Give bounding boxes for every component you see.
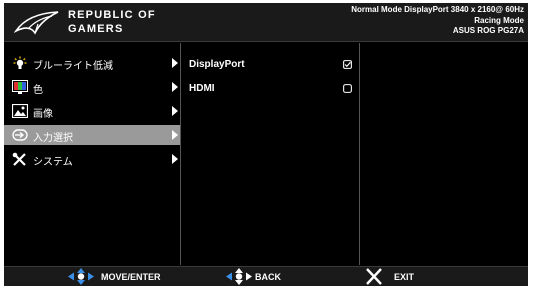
option-hdmi[interactable]: HDMI bbox=[181, 79, 359, 99]
checkbox-checked-icon bbox=[343, 60, 352, 69]
menu-item-color[interactable]: 色 bbox=[4, 77, 180, 97]
menu-item-blue-light[interactable]: ブルーライト低減 bbox=[4, 53, 180, 73]
tools-icon bbox=[12, 152, 26, 166]
header-bar: REPUBLIC OF GAMERS Normal Mode DisplayPo… bbox=[4, 3, 528, 42]
chevron-right-icon bbox=[172, 82, 178, 92]
menu-item-image[interactable]: 画像 bbox=[4, 101, 180, 121]
brand-line2: GAMERS bbox=[68, 23, 124, 35]
input-icon bbox=[12, 129, 28, 141]
menu-item-system[interactable]: システム bbox=[4, 149, 180, 169]
exit-x-icon bbox=[366, 268, 382, 285]
menu-label-system: システム bbox=[33, 157, 73, 168]
status-info: Normal Mode DisplayPort 3840 x 2160@ 60H… bbox=[351, 5, 524, 37]
footer-exit: EXIT bbox=[364, 267, 444, 286]
color-icon bbox=[12, 80, 28, 94]
menu-label-input-select: 入力選択 bbox=[33, 133, 73, 144]
option-label-hdmi: HDMI bbox=[189, 83, 215, 94]
brand-line1: REPUBLIC OF bbox=[68, 9, 156, 21]
bulb-icon bbox=[13, 56, 27, 69]
checkbox-unchecked-icon bbox=[343, 84, 352, 93]
osd-window: REPUBLIC OF GAMERS Normal Mode DisplayPo… bbox=[4, 3, 528, 286]
chevron-right-icon bbox=[172, 106, 178, 116]
menu-label-image: 画像 bbox=[33, 109, 53, 120]
footer-back: BACK bbox=[224, 267, 304, 286]
status-line3: ASUS ROG PG27A bbox=[452, 26, 524, 35]
footer-label-move-enter: MOVE/ENTER bbox=[101, 272, 161, 282]
joystick-back-icon bbox=[226, 268, 252, 285]
chevron-right-icon bbox=[172, 130, 178, 140]
main-menu: ブルーライト低減 色 画像 入力選択 システム bbox=[4, 43, 181, 265]
rog-logo-icon bbox=[14, 11, 59, 35]
menu-label-blue-light: ブルーライト低減 bbox=[33, 61, 113, 72]
footer-label-back: BACK bbox=[255, 272, 281, 282]
footer-bar: MOVE/ENTER BACK EXIT bbox=[4, 266, 528, 286]
status-line1: Normal Mode DisplayPort 3840 x 2160@ 60H… bbox=[351, 5, 524, 14]
chevron-right-icon bbox=[172, 154, 178, 164]
joystick-move-icon bbox=[68, 268, 94, 285]
image-icon bbox=[12, 104, 28, 118]
option-label-displayport: DisplayPort bbox=[189, 59, 245, 70]
menu-item-input-select[interactable]: 入力選択 bbox=[4, 125, 180, 145]
chevron-right-icon bbox=[172, 58, 178, 68]
submenu-options: DisplayPort HDMI bbox=[181, 43, 360, 265]
option-displayport[interactable]: DisplayPort bbox=[181, 55, 359, 75]
detail-panel bbox=[360, 43, 528, 265]
status-line2: Racing Mode bbox=[474, 15, 524, 25]
footer-label-exit: EXIT bbox=[394, 272, 415, 282]
footer-move-enter: MOVE/ENTER bbox=[66, 267, 206, 286]
menu-label-color: 色 bbox=[33, 85, 43, 96]
